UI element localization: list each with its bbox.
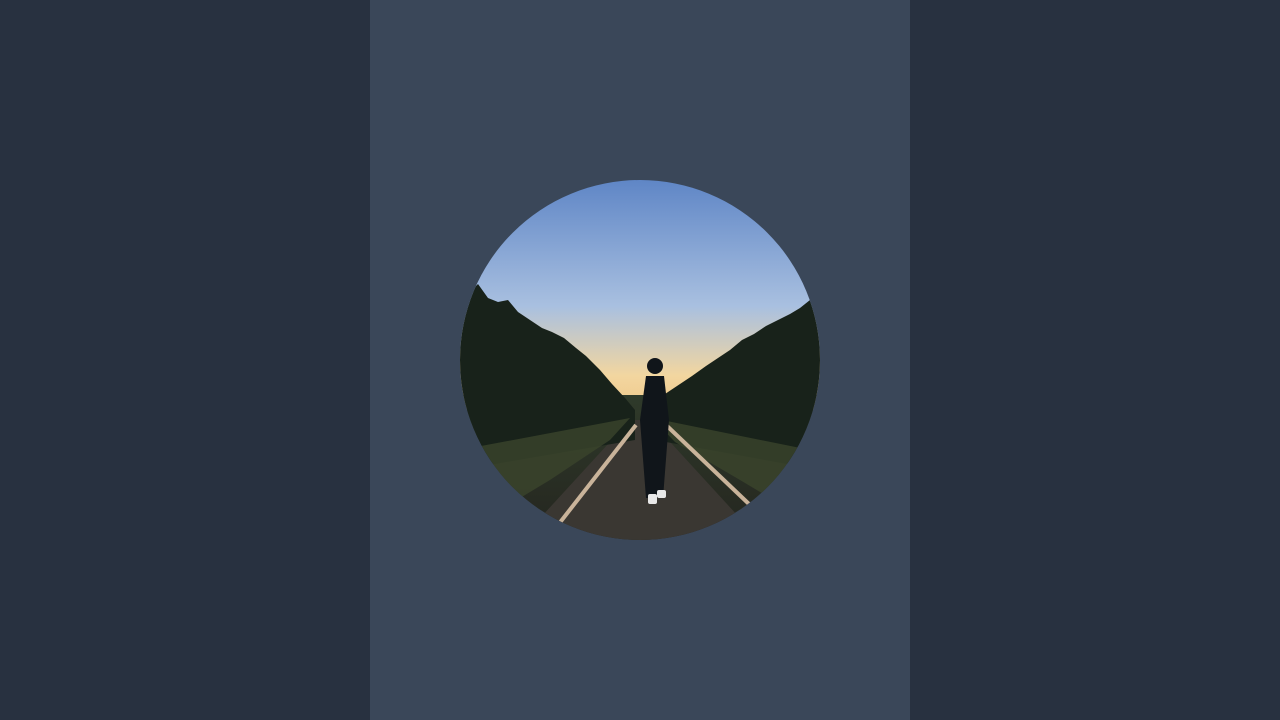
right-letterbox bbox=[910, 0, 1280, 720]
center-panel bbox=[370, 0, 910, 720]
avatar-photo bbox=[460, 180, 820, 540]
avatar bbox=[460, 180, 820, 540]
left-letterbox bbox=[0, 0, 370, 720]
video-stage bbox=[0, 0, 1280, 720]
